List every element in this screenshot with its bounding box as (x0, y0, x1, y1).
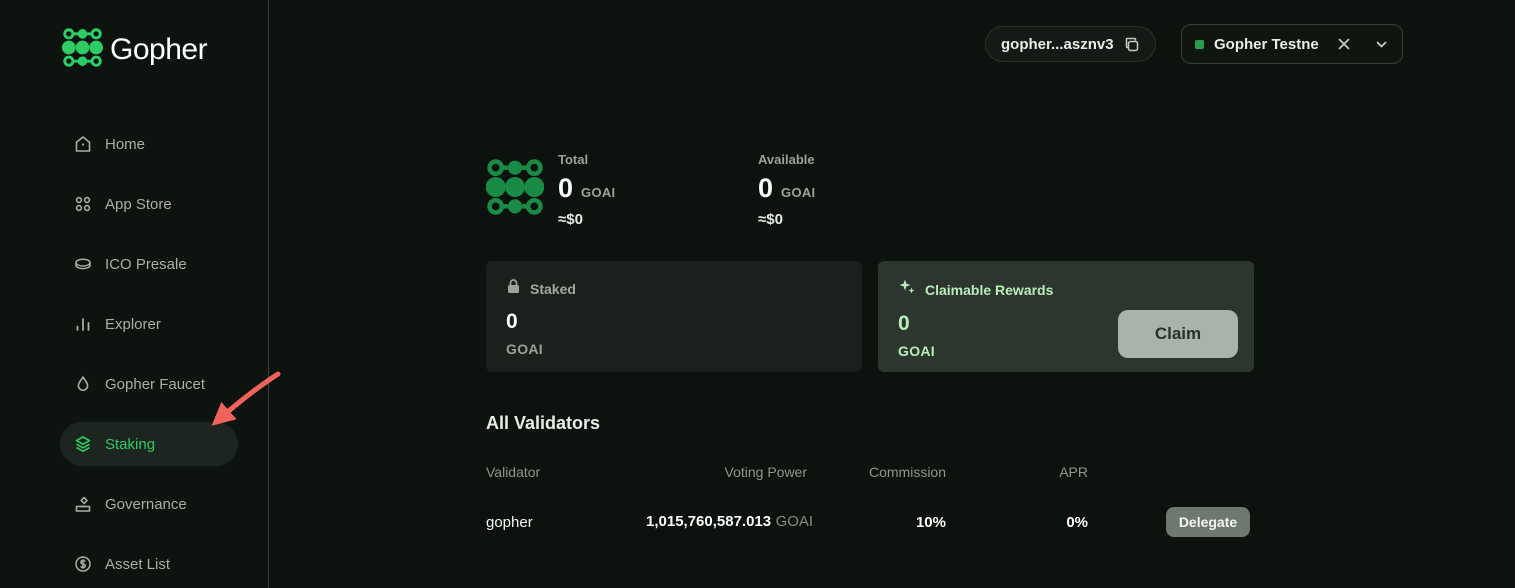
coin-icon (75, 258, 91, 270)
gopher-dots-logo-icon (62, 27, 103, 73)
sidebar-item-ico-presale[interactable]: ICO Presale (60, 242, 238, 286)
total-unit: GOAI (581, 185, 616, 200)
available-usd: ≈$0 (758, 211, 783, 228)
validator-voting-power: 1,015,760,587.013 GOAI (646, 513, 814, 530)
total-usd: ≈$0 (558, 211, 583, 228)
staked-card: Staked 0 GOAI (486, 261, 862, 372)
total-balance: Total 0 GOAI ≈$0 (558, 152, 615, 228)
validator-name: gopher (486, 513, 533, 531)
dollar-coin-icon (75, 556, 91, 572)
layers-icon (75, 436, 91, 452)
sidebar-item-label: Home (105, 135, 146, 153)
claimable-rewards-title: Claimable Rewards (925, 281, 1054, 298)
delegate-button[interactable]: Delegate (1166, 507, 1250, 537)
sidebar-item-staking[interactable]: Staking (60, 422, 238, 466)
validators-header-row: Validator Voting Power Commission APR (486, 462, 1254, 482)
claim-button[interactable]: Claim (1118, 310, 1238, 358)
column-apr: APR (1059, 464, 1088, 480)
home-icon (75, 136, 91, 152)
staked-title: Staked (530, 280, 576, 297)
all-validators-heading: All Validators (486, 413, 601, 433)
wallet-address-pill[interactable]: gopher...asznv3 (985, 26, 1156, 62)
network-selector[interactable]: Gopher Testne (1181, 24, 1403, 64)
total-label: Total (558, 152, 589, 167)
sidebar-item-label: Gopher Faucet (105, 375, 206, 393)
goai-token-icon (485, 156, 545, 223)
column-voting-power: Voting Power (724, 464, 808, 480)
wallet-address: gopher...asznv3 (1001, 35, 1114, 53)
available-label: Available (758, 152, 815, 167)
brand-logo: Gopher (62, 27, 268, 73)
chevron-down-icon[interactable] (1374, 37, 1389, 52)
column-validator: Validator (486, 464, 541, 480)
staked-value: 0 (506, 310, 518, 333)
sidebar-item-app-store[interactable]: App Store (60, 182, 238, 226)
column-commission: Commission (868, 464, 946, 480)
droplet-icon (77, 375, 89, 391)
copy-icon[interactable] (1123, 36, 1140, 53)
claimable-rewards-card: Claimable Rewards 0 GOAI Claim (878, 261, 1254, 372)
sidebar-item-label: Explorer (105, 315, 161, 333)
sidebar-item-label: Asset List (105, 555, 171, 573)
bar-chart-icon (76, 318, 90, 331)
sidebar-item-home[interactable]: Home (60, 122, 238, 166)
available-balance: Available 0 GOAI ≈$0 (758, 152, 815, 228)
sparkles-icon (898, 278, 916, 301)
sidebar-item-asset-list[interactable]: Asset List (60, 542, 238, 586)
total-value: 0 (558, 173, 574, 203)
sidebar-nav: Home App Store ICO Presale Explorer Goph… (0, 122, 268, 586)
network-status-icon (1195, 39, 1204, 49)
available-unit: GOAI (781, 185, 816, 200)
app-grid-icon (75, 196, 91, 212)
brand-name: Gopher (110, 33, 208, 66)
lock-icon (506, 278, 521, 299)
validators-table: Validator Voting Power Commission APR go… (486, 462, 1254, 540)
validator-row: gopher 1,015,760,587.013 GOAI 10% 0% Del… (486, 504, 1254, 540)
staked-unit: GOAI (506, 341, 543, 357)
close-icon[interactable] (1336, 36, 1352, 52)
sidebar-item-label: Governance (105, 495, 187, 513)
ballot-icon (75, 496, 91, 512)
staking-page: { "brand": {"name": "Gopher"}, "header":… (0, 0, 1515, 588)
sidebar-item-governance[interactable]: Governance (60, 482, 238, 526)
sidebar: Gopher Home App Store ICO Presale Explor… (0, 0, 269, 588)
sidebar-item-gopher-faucet[interactable]: Gopher Faucet (60, 362, 238, 406)
sidebar-item-label: Staking (105, 435, 156, 453)
available-value: 0 (758, 173, 774, 203)
validator-apr: 0% (1066, 513, 1088, 531)
validator-commission: 10% (915, 513, 946, 531)
network-name: Gopher Testne (1214, 35, 1319, 53)
sidebar-item-explorer[interactable]: Explorer (60, 302, 238, 346)
sidebar-item-label: App Store (105, 195, 172, 213)
sidebar-item-label: ICO Presale (105, 255, 187, 273)
